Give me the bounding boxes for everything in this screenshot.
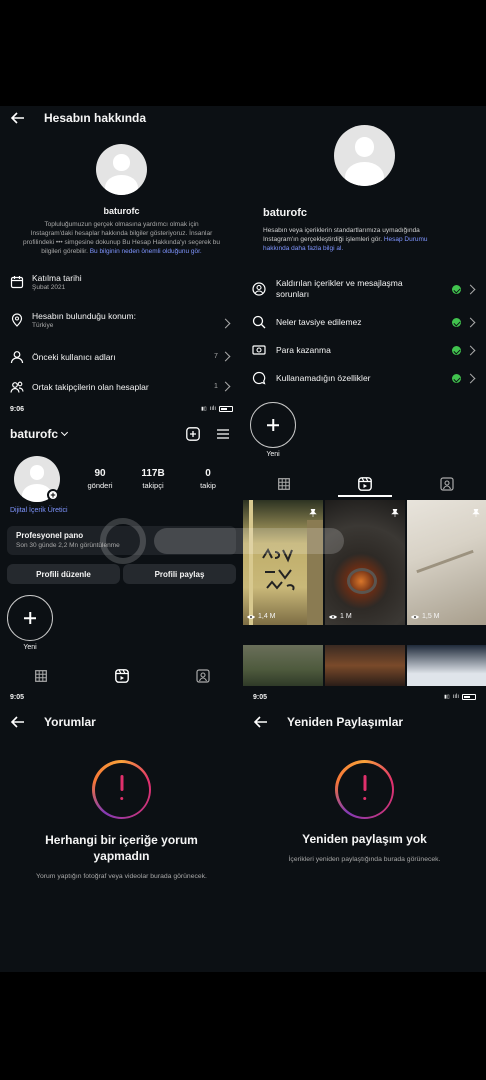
- check-icon: [452, 374, 461, 383]
- tagged-tab-icon[interactable]: [196, 669, 210, 683]
- pin-icon: [472, 504, 480, 517]
- person-icon: [10, 351, 24, 364]
- view-count: 1,4 M: [247, 613, 276, 620]
- graffiti-text: [262, 547, 295, 591]
- about-description: Topluluğumuzun gerçek olmasına yardımcı …: [22, 221, 221, 255]
- menu-icon[interactable]: [216, 427, 230, 441]
- stat-followers[interactable]: 117B takipçi: [133, 468, 173, 490]
- comments-panel: 9:05 Yorumlar Herhangi bir içeriğe yorum…: [0, 686, 243, 972]
- status-intro: Hesabın veya içeriklerin standartlarımız…: [263, 226, 478, 253]
- reel-thumbnail[interactable]: 1,5 M: [407, 500, 486, 625]
- view-count: 1,5 M: [411, 613, 440, 620]
- reels-tab-icon[interactable]: [115, 669, 129, 683]
- alert-icon: [92, 760, 151, 819]
- reel-thumbnail[interactable]: [243, 645, 323, 686]
- page-title: Yorumlar: [44, 715, 96, 729]
- new-highlight-label: Yeni: [23, 644, 37, 651]
- money-icon: [252, 345, 266, 355]
- active-tab-indicator: [338, 495, 392, 497]
- profile-username[interactable]: baturofc: [10, 427, 69, 441]
- empty-state-subtitle: Yorum yaptığın fotoğraf veya videolar bu…: [36, 873, 207, 880]
- alert-icon: [335, 760, 394, 819]
- empty-state-subtitle: İçerikleri yeniden paylaştığında burada …: [288, 856, 441, 863]
- location-icon: [11, 313, 23, 327]
- stat-following[interactable]: 0 takip: [188, 468, 228, 490]
- reels-tab-icon[interactable]: [358, 477, 372, 491]
- reel-thumbnail[interactable]: [325, 645, 405, 686]
- battery-icon: [219, 406, 233, 412]
- check-icon: [452, 285, 461, 294]
- people-icon: [10, 381, 24, 393]
- new-highlight-label: Yeni: [266, 451, 280, 458]
- tagged-tab-icon[interactable]: [440, 477, 454, 491]
- stat-posts[interactable]: 90 gönderi: [80, 468, 120, 490]
- reposts-panel: 9:05 ▮▯ ıılı Yeniden Paylaşımlar Yeniden …: [243, 686, 486, 972]
- about-header: Hesabın hakkında: [0, 108, 243, 128]
- back-arrow-icon[interactable]: [253, 714, 269, 730]
- about-account-panel: Hesabın hakkında baturofc Topluluğumuzun…: [0, 106, 243, 402]
- back-arrow-icon[interactable]: [10, 110, 26, 126]
- shared-followers-count: 1: [214, 383, 218, 390]
- reel-thumbnail[interactable]: 1 M: [325, 500, 405, 625]
- calendar-icon: [10, 276, 24, 289]
- page-title: Yeniden Paylaşımlar: [287, 715, 404, 729]
- grid-tab-icon[interactable]: [35, 670, 47, 682]
- grid-tab-icon[interactable]: [278, 478, 290, 490]
- reposts-header: Yeniden Paylaşımlar: [243, 712, 486, 732]
- unavailable-features-row[interactable]: Kullanamadığın özellikler: [252, 371, 486, 385]
- monetization-row[interactable]: Para kazanma: [252, 343, 486, 357]
- back-arrow-icon[interactable]: [10, 714, 26, 730]
- previous-usernames-row[interactable]: Önceki kullanıcı adları: [10, 350, 243, 364]
- reel-thumbnail[interactable]: [407, 645, 486, 686]
- empty-state-title: Yeniden paylaşım yok: [302, 832, 427, 846]
- snow-tracks: [416, 549, 474, 574]
- profile-panel: 9:06 ▮▯ ıılı baturofc + 90 gönderi 117B t…: [0, 402, 243, 686]
- learn-more-link[interactable]: hakkında daha fazla bilgi al.: [263, 244, 478, 253]
- avatar: [96, 144, 147, 195]
- learn-more-link[interactable]: Bu bilginin neden önemli olduğunu gör.: [90, 248, 202, 255]
- new-highlight-button[interactable]: [250, 402, 296, 448]
- pin-icon: [309, 504, 317, 517]
- status-bar: 9:05: [10, 693, 25, 701]
- username: baturofc: [103, 206, 140, 216]
- reel-thumbnail[interactable]: 1,4 M: [243, 500, 323, 625]
- new-highlight-button[interactable]: [7, 595, 53, 641]
- eye-icon: [329, 614, 337, 619]
- chevron-down-icon: [60, 428, 69, 437]
- check-icon: [452, 318, 461, 327]
- page-title: Hesabın hakkında: [44, 111, 147, 125]
- shared-followers-row[interactable]: Ortak takipçilerin olan hesaplar: [10, 380, 243, 394]
- chat-bubble-icon: [252, 371, 266, 385]
- eye-icon: [247, 614, 255, 619]
- location-row[interactable]: Hesabın bulunduğu konum: Türkiye: [10, 311, 243, 329]
- pin-icon: [391, 504, 399, 517]
- view-count: 1 M: [329, 613, 352, 620]
- previous-usernames-count: 7: [214, 353, 218, 360]
- join-date-row: Katılma tarihi Şubat 2021: [10, 273, 243, 291]
- removed-content-row[interactable]: Kaldırılan içerikler ve mesajlaşma sorunl…: [252, 278, 486, 300]
- category-label: Dijital İçerik Üretici: [10, 507, 68, 514]
- avatar: [334, 125, 395, 186]
- account-status-link[interactable]: Hesap Durumu: [384, 236, 428, 243]
- add-story-icon[interactable]: +: [47, 489, 59, 501]
- account-status-panel: baturofc Hesabın veya içeriklerin standa…: [243, 106, 486, 686]
- empty-state-title: Herhangi bir içeriğe yorum yapmadın: [45, 833, 198, 863]
- create-icon[interactable]: [186, 427, 200, 441]
- check-icon: [452, 346, 461, 355]
- professional-dashboard[interactable]: Profesyonel pano Son 30 günde 2,2 Mn gör…: [7, 526, 236, 555]
- edit-profile-button[interactable]: Profili düzenle: [7, 564, 120, 584]
- search-icon: [252, 315, 266, 329]
- fire-glow: [347, 568, 377, 594]
- comments-header: Yorumlar: [0, 712, 243, 732]
- share-profile-button[interactable]: Profili paylaş: [123, 564, 236, 584]
- eye-icon: [411, 614, 419, 619]
- status-bar: 9:06 ▮▯ ıılı: [0, 402, 243, 416]
- status-bar: 9:05 ▮▯ ıılı: [243, 690, 486, 704]
- username: baturofc: [263, 207, 307, 219]
- battery-icon: [462, 694, 476, 700]
- not-recommended-row[interactable]: Neler tavsiye edilemez: [252, 315, 486, 329]
- person-circle-icon: [252, 282, 266, 296]
